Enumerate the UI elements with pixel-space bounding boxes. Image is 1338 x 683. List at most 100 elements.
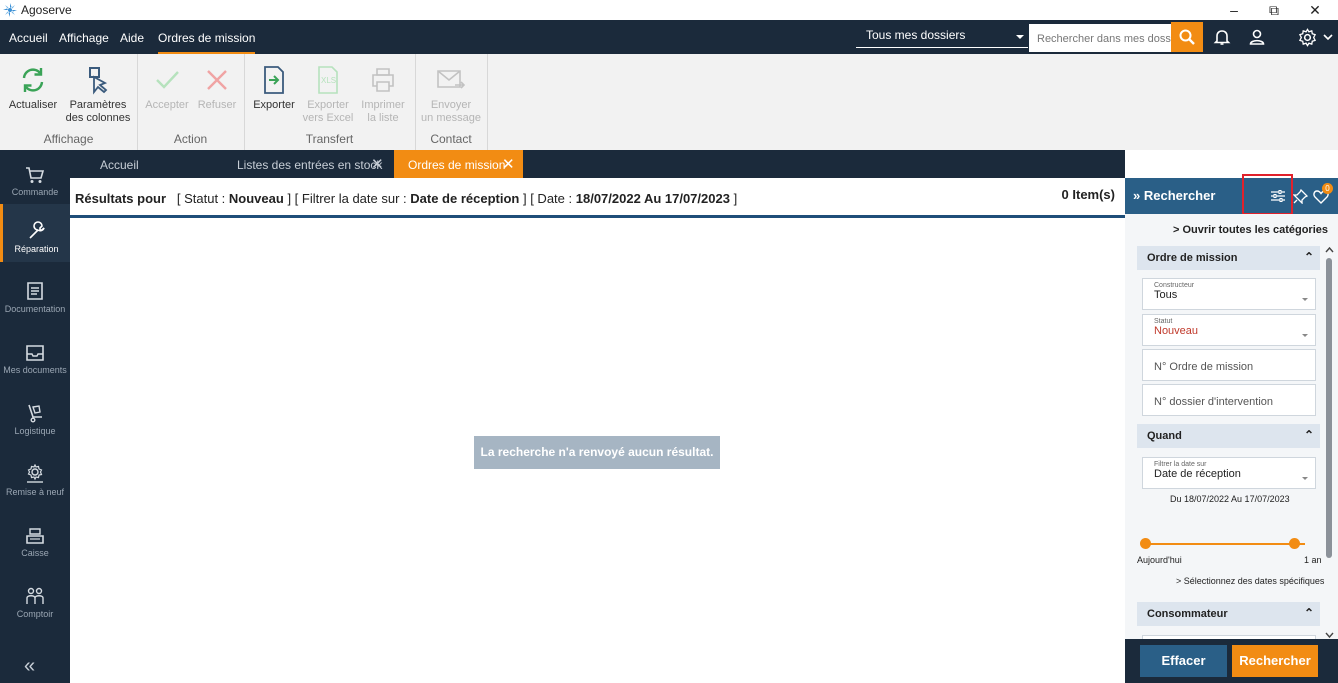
nav-remise-a-neuf[interactable]: Remise à neuf [0, 458, 70, 518]
menu-ordres-de-mission[interactable]: Ordres de mission [158, 20, 256, 54]
nav-label: Mes documents [3, 365, 67, 375]
envelope-icon [437, 70, 466, 89]
column-settings-button[interactable]: Paramètres des colonnes [64, 64, 132, 125]
ordre-de-mission-input[interactable]: N° Ordre de mission [1142, 349, 1316, 381]
print-list-button[interactable]: Imprimer la liste [358, 64, 408, 125]
statut-select[interactable]: Statut Nouveau [1142, 314, 1316, 346]
tab-accueil[interactable]: Accueil [90, 150, 240, 178]
category-consommateur[interactable]: Consommateur ⌃ [1137, 602, 1320, 626]
minimize-button[interactable]: – [1214, 0, 1254, 20]
statut-value: Nouveau [228, 191, 284, 206]
app-logo-icon [3, 3, 17, 17]
accept-button[interactable]: Accepter [143, 64, 191, 112]
nav-caisse[interactable]: Caisse [0, 519, 70, 579]
cart-icon [26, 167, 45, 183]
scrollbar-thumb[interactable] [1326, 258, 1332, 558]
refuse-button[interactable]: Refuser [195, 64, 239, 112]
open-all-categories-link[interactable]: > Ouvrir toutes les catégories [1173, 224, 1328, 236]
chevron-down-icon [1302, 334, 1308, 337]
tab-listes-entrees-stock[interactable]: Listes des entrées en stock ✕ [227, 150, 392, 178]
close-icon[interactable]: ✕ [371, 150, 385, 180]
field-label: Statut [1154, 318, 1173, 325]
category-label: Quand [1147, 430, 1182, 442]
menu-affichage[interactable]: Affichage [59, 20, 109, 54]
close-icon[interactable]: ✕ [502, 150, 516, 180]
collapse-nav-button[interactable]: « [24, 655, 35, 678]
notifications-button[interactable] [1211, 26, 1233, 48]
svg-text:XLS: XLS [321, 76, 336, 85]
chevron-down-icon [1302, 298, 1308, 301]
field-placeholder: N° Ordre de mission [1154, 361, 1254, 373]
user-button[interactable] [1246, 26, 1268, 48]
field-value: Tous [1154, 289, 1178, 301]
excel-icon: XLS [318, 66, 338, 94]
nav-logistique[interactable]: Logistique [0, 397, 70, 457]
wrench-icon [28, 221, 45, 239]
open-all-label: Ouvrir toutes les catégories [1182, 224, 1329, 236]
filtre-value: Date de réception [410, 191, 520, 206]
nav-label: Documentation [4, 304, 66, 314]
search-button[interactable]: Rechercher [1232, 645, 1318, 677]
export-excel-button[interactable]: XLS Exporter vers Excel [302, 64, 354, 125]
search-panel-scrollbar[interactable] [1324, 246, 1335, 639]
date-filter-select[interactable]: Filtrer la date sur Date de réception [1142, 457, 1316, 489]
nav-documentation[interactable]: Documentation [0, 275, 70, 335]
chevron-right-icon: > [1173, 224, 1180, 236]
folder-select[interactable]: Tous mes dossiers [856, 23, 1028, 48]
inbox-icon [26, 345, 44, 361]
search-panel-footer: Effacer Rechercher [1125, 639, 1338, 683]
date-slider-start-handle[interactable] [1140, 538, 1151, 549]
clear-button[interactable]: Effacer [1140, 645, 1227, 677]
print-list-label-2: la liste [367, 112, 399, 124]
export-button[interactable]: Exporter [250, 64, 298, 112]
menu-accueil[interactable]: Accueil [9, 20, 48, 54]
constructeur-select[interactable]: Constructeur Tous [1142, 278, 1316, 310]
refuse-label: Refuser [197, 99, 237, 111]
pin-icon [1292, 188, 1308, 204]
close-window-button[interactable]: ✕ [1295, 0, 1335, 20]
global-search-input[interactable]: Rechercher dans mes dossiers [1029, 24, 1172, 52]
date-label: ] [ Date : [522, 191, 573, 206]
date-value: 18/07/2022 Au 17/07/2023 [575, 191, 730, 206]
restore-button[interactable]: ⧉ [1254, 0, 1294, 20]
search-panel-header: » Rechercher 0 [1125, 174, 1338, 215]
chevron-up-icon: ⌃ [1303, 250, 1314, 264]
settings-button[interactable] [1296, 26, 1318, 48]
select-specific-dates-link[interactable]: > Sélectionnez des dates spécifiques [1176, 576, 1324, 586]
export-excel-label-2: vers Excel [302, 112, 354, 124]
date-slider-end-handle[interactable] [1289, 538, 1300, 549]
menu-aide[interactable]: Aide [120, 20, 144, 54]
global-search-button[interactable] [1171, 22, 1203, 52]
date-slider-track[interactable] [1145, 543, 1305, 545]
tab-label: Listes des entrées en stock [237, 158, 383, 172]
cash-register-icon [26, 528, 44, 544]
category-label: Ordre de mission [1147, 252, 1238, 264]
chevron-down-icon [1323, 34, 1333, 41]
column-settings-label-1: Paramètres [69, 99, 127, 111]
scroll-up-icon [1325, 246, 1334, 253]
dossier-intervention-input[interactable]: N° dossier d'intervention [1142, 384, 1316, 416]
refresh-label: Actualiser [8, 99, 58, 111]
pin-button[interactable] [1291, 187, 1309, 205]
accept-label: Accepter [145, 99, 189, 111]
document-icon [27, 282, 43, 300]
scroll-down-icon [1325, 632, 1334, 639]
refresh-icon [22, 68, 44, 92]
search-panel-title[interactable]: » Rechercher [1133, 188, 1215, 203]
results-summary: Résultats pour [ Statut : Nouveau ] [ Fi… [70, 178, 1125, 218]
group-label-contact: Contact [430, 132, 472, 146]
results-prefix: Résultats pour [75, 191, 167, 206]
nav-mes-documents[interactable]: Mes documents [0, 336, 70, 396]
nav-label: Remise à neuf [5, 487, 65, 497]
tab-ordres-de-mission[interactable]: Ordres de mission ✕ [394, 150, 523, 178]
send-message-label-2: un message [421, 112, 481, 124]
nav-reparation[interactable]: Réparation [0, 204, 70, 262]
category-ordre-de-mission[interactable]: Ordre de mission ⌃ [1137, 246, 1320, 270]
settings-dropdown-button[interactable] [1320, 26, 1336, 48]
nav-comptoir[interactable]: Comptoir [0, 580, 70, 640]
category-quand[interactable]: Quand ⌃ [1137, 424, 1320, 448]
chevron-down-icon [1302, 477, 1308, 480]
send-message-button[interactable]: Envoyer un message [420, 64, 482, 125]
refresh-button[interactable]: Actualiser [6, 64, 60, 112]
filter-settings-button[interactable] [1269, 187, 1287, 205]
